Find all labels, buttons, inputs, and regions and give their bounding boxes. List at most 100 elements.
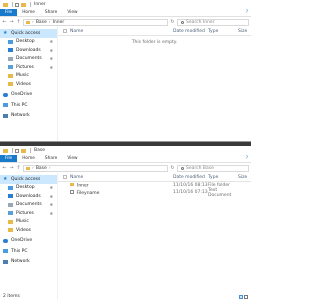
nav-quick-access[interactable]: ★ Quick access	[0, 175, 57, 184]
folder-icon	[26, 20, 30, 24]
new-folder-icon[interactable]	[20, 148, 26, 153]
file-list: Name Date modified Type Size Inner 11/10…	[57, 173, 251, 300]
tab-share[interactable]: Share	[40, 155, 62, 162]
tab-view[interactable]: View	[62, 155, 82, 162]
chevron-right-icon: ›	[32, 19, 34, 25]
nav-this-pc[interactable]: This PC	[0, 101, 57, 110]
large-icons-view-icon[interactable]	[244, 295, 248, 299]
empty-folder-message: This folder is empty.	[131, 40, 178, 45]
search-placeholder: Search Base	[186, 165, 214, 171]
nav-label: Desktop	[16, 185, 35, 191]
tab-file[interactable]: File	[0, 9, 18, 16]
divider	[12, 2, 13, 7]
nav-onedrive[interactable]: OneDrive	[0, 91, 57, 100]
column-name[interactable]: Name	[70, 29, 173, 34]
divider	[29, 148, 30, 153]
tab-view[interactable]: View	[62, 9, 82, 16]
properties-icon[interactable]	[14, 148, 19, 153]
nav-onedrive[interactable]: OneDrive	[0, 237, 57, 246]
column-date-modified[interactable]: Date modified	[173, 29, 208, 34]
up-arrow-icon[interactable]: ↑	[16, 165, 21, 171]
search-placeholder: Search Inner	[186, 19, 215, 25]
nav-videos[interactable]: Videos	[0, 226, 57, 235]
status-bar: 2 items	[0, 293, 251, 300]
nav-downloads[interactable]: Downloads ✱	[0, 46, 57, 55]
properties-icon[interactable]	[14, 2, 19, 7]
forward-arrow-icon[interactable]: →	[9, 165, 14, 171]
nav-label: Network	[11, 259, 30, 265]
downloads-icon	[8, 194, 13, 199]
view-toggle	[239, 295, 248, 299]
nav-pictures[interactable]: Pictures ✱	[0, 209, 57, 218]
address-bar[interactable]: › Base › Inner	[23, 18, 168, 26]
column-name[interactable]: Name	[70, 175, 173, 180]
nav-videos[interactable]: Videos	[0, 80, 57, 89]
nav-network[interactable]: Network	[0, 258, 57, 267]
search-input[interactable]: Search Base	[177, 164, 249, 172]
explorer-window-base: Base File Home Share View ? ← → ↑ › Base…	[0, 146, 251, 300]
nav-documents[interactable]: Documents ✱	[0, 55, 57, 64]
explorer-window-inner: Inner File Home Share View ? ← → ↑ › Bas…	[0, 0, 251, 142]
table-row[interactable]: Fileyname 11/10/16 07:13 Text Document	[58, 187, 251, 198]
music-icon	[8, 219, 13, 224]
column-date-modified[interactable]: Date modified	[173, 175, 208, 180]
music-icon	[8, 73, 13, 78]
tab-home[interactable]: Home	[17, 155, 40, 162]
nav-label: Documents	[16, 56, 42, 62]
videos-icon	[8, 82, 13, 87]
nav-quick-access[interactable]: ★ Quick access	[0, 29, 57, 38]
refresh-icon[interactable]: ↻	[170, 165, 175, 171]
pin-icon: ✱	[49, 210, 53, 216]
back-arrow-icon[interactable]: ←	[2, 165, 7, 171]
up-arrow-icon[interactable]: ↑	[16, 19, 21, 25]
nav-label: OneDrive	[11, 238, 33, 244]
nav-label: Pictures	[16, 64, 34, 70]
breadcrumb-base[interactable]: Base	[36, 20, 47, 25]
network-icon	[3, 259, 8, 264]
nav-desktop[interactable]: Desktop ✱	[0, 38, 57, 47]
folder-icon	[3, 148, 8, 153]
column-type[interactable]: Type	[208, 29, 238, 34]
refresh-icon[interactable]: ↻	[170, 19, 175, 25]
tab-share[interactable]: Share	[40, 9, 62, 16]
nav-music[interactable]: Music	[0, 218, 57, 227]
address-bar[interactable]: › Base ›	[23, 164, 168, 172]
nav-network[interactable]: Network	[0, 112, 57, 121]
help-icon[interactable]: ?	[243, 155, 251, 162]
file-type: Text Document	[208, 187, 232, 198]
nav-downloads[interactable]: Downloads ✱	[0, 192, 57, 201]
tab-file[interactable]: File	[0, 155, 18, 162]
help-icon[interactable]: ?	[243, 9, 251, 16]
nav-label: Downloads	[16, 47, 41, 53]
nav-label: Music	[16, 219, 29, 225]
back-arrow-icon[interactable]: ←	[2, 19, 7, 25]
address-bar-row: ← → ↑ › Base › Inner ↻ Search Inner	[0, 17, 251, 27]
select-all-checkbox[interactable]	[63, 29, 67, 33]
folder-icon	[3, 2, 8, 7]
pin-icon: ✱	[49, 193, 53, 199]
details-view-icon[interactable]	[239, 295, 243, 299]
search-input[interactable]: Search Inner	[177, 18, 249, 26]
nav-label: Videos	[16, 227, 31, 233]
network-icon	[3, 113, 8, 118]
nav-desktop[interactable]: Desktop ✱	[0, 184, 57, 193]
column-type[interactable]: Type	[208, 175, 238, 180]
select-all-checkbox[interactable]	[63, 175, 67, 179]
divider	[29, 2, 30, 7]
pin-icon: ✱	[49, 56, 53, 62]
nav-music[interactable]: Music	[0, 72, 57, 81]
documents-icon	[8, 56, 13, 61]
forward-arrow-icon[interactable]: →	[9, 19, 14, 25]
column-size[interactable]: Size	[238, 175, 247, 180]
nav-pictures[interactable]: Pictures ✱	[0, 63, 57, 72]
nav-this-pc[interactable]: This PC	[0, 247, 57, 256]
nav-documents[interactable]: Documents ✱	[0, 201, 57, 210]
column-size[interactable]: Size	[238, 29, 247, 34]
nav-label: Music	[16, 73, 29, 79]
breadcrumb-inner[interactable]: Inner	[53, 20, 65, 25]
breadcrumb-base[interactable]: Base	[36, 166, 47, 171]
pin-icon: ✱	[49, 47, 53, 53]
tab-home[interactable]: Home	[17, 9, 40, 16]
new-folder-icon[interactable]	[20, 2, 26, 7]
pictures-icon	[8, 211, 13, 216]
